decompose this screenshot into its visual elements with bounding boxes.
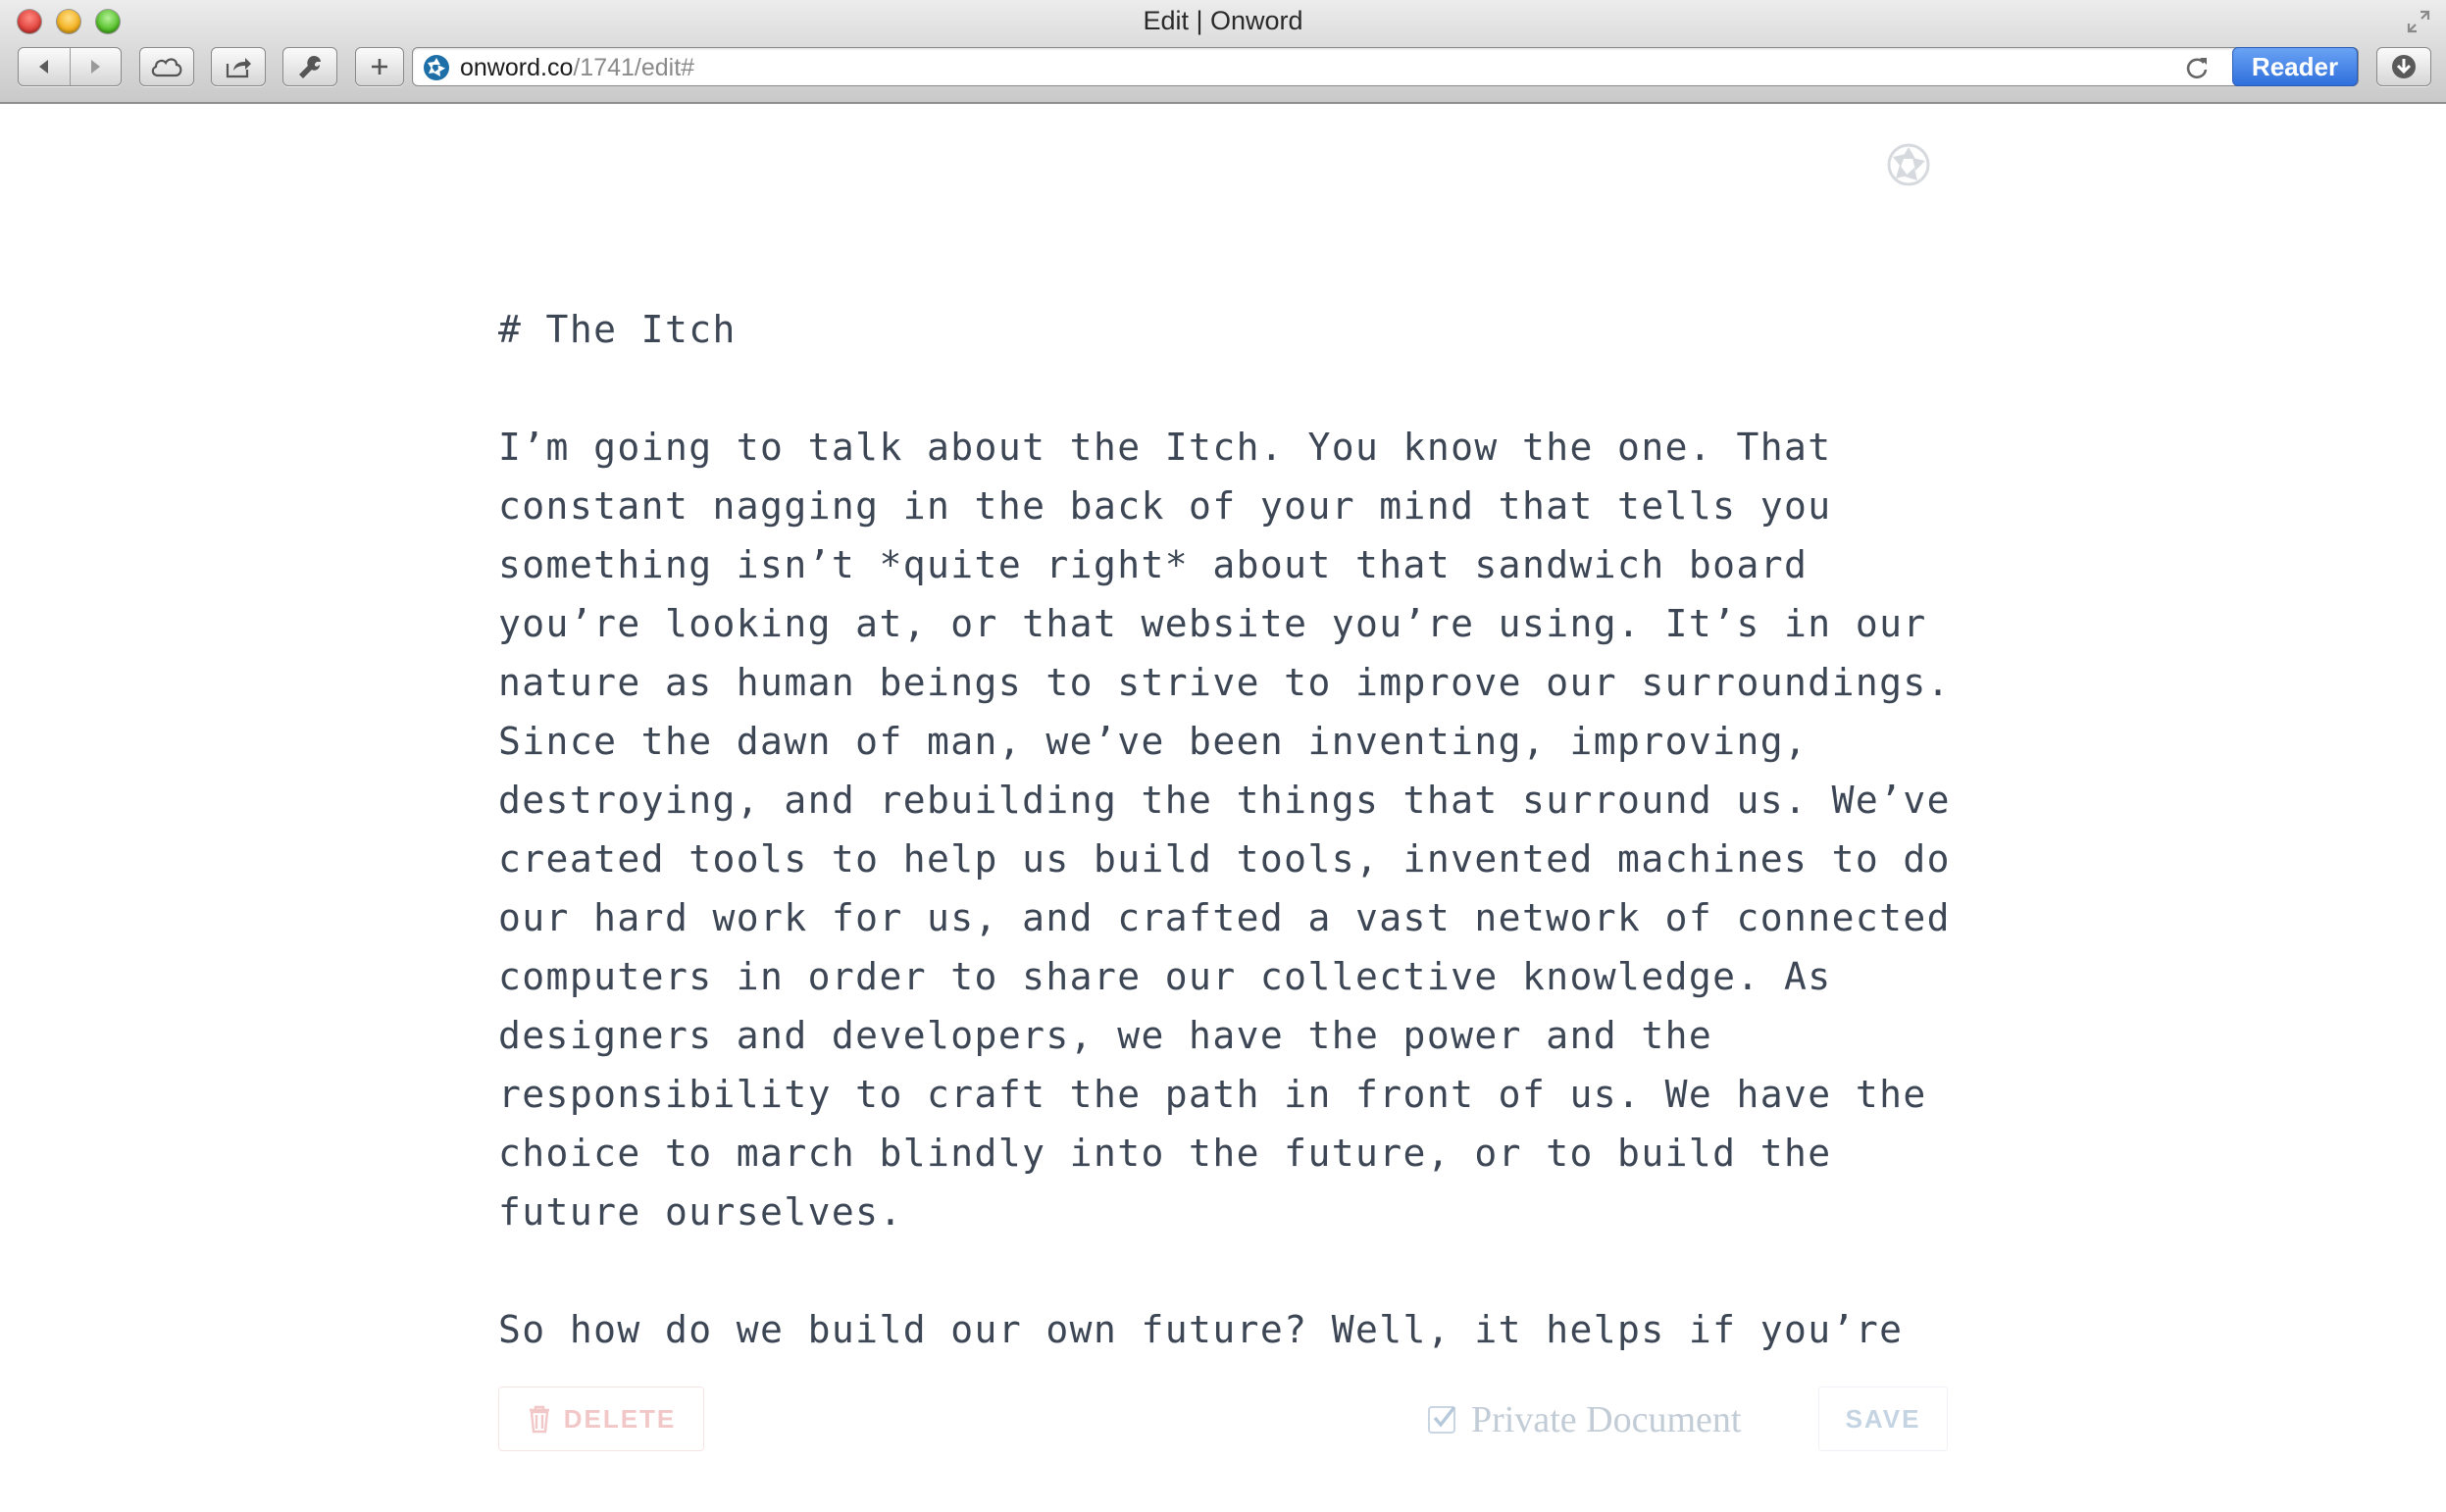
wrench-icon [299,56,321,78]
onword-favicon-icon [424,55,449,80]
tools-button[interactable] [282,47,337,86]
window-title: Edit | Onword [1143,6,1303,35]
browser-window: Edit | Onword onword.co/1741/edit# Reade… [0,0,2446,1512]
editor-line: computers in order to share our collecti… [498,955,1832,998]
editor-line: destroying, and rebuilding the things th… [498,779,1951,822]
editor-line: I’m going to talk about the Itch. You kn… [498,426,1832,469]
icloud-tabs-button[interactable] [139,47,194,86]
save-button[interactable]: SAVE [1818,1386,1948,1451]
plus-icon [372,59,387,75]
editor-line: created tools to help us build tools, in… [498,837,1951,881]
url-path: /1741/edit# [573,54,695,81]
editor-line: nature as human beings to strive to impr… [498,661,1951,704]
editor-blank-line [498,1241,1989,1300]
back-arrow-icon [38,60,48,74]
forward-button[interactable] [70,48,121,85]
downloads-icon [2392,55,2416,78]
editor-line: responsibility to craft the path in fron… [498,1073,1927,1116]
page-content: # The Itch I’m going to talk about the It… [0,104,2446,1512]
private-document-label: Private Document [1471,1399,1742,1440]
aperture-icon[interactable] [1885,141,1932,188]
editor-line: # The Itch [498,308,737,351]
editor-blank-line [498,359,1989,418]
editor-line: designers and developers, we have the po… [498,1014,1713,1057]
icloud-tabs-icon [151,58,182,77]
address-bar[interactable]: onword.co/1741/edit# Reader [412,47,2359,86]
private-document-checkbox[interactable] [1428,1405,1456,1434]
url-domain: onword.co [460,54,574,81]
url-text: onword.co/1741/edit# [460,53,694,82]
editor-line: choice to march blindly into the future,… [498,1132,1832,1175]
editor-line: Since the dawn of man, we’ve been invent… [498,720,1809,763]
reload-icon[interactable] [2183,54,2211,81]
markdown-editor[interactable]: # The Itch I’m going to talk about the It… [498,300,1989,1359]
reader-button[interactable]: Reader [2232,47,2358,86]
editor-line: So how do we build our own future? Well,… [498,1308,1904,1351]
forward-arrow-icon [91,60,101,74]
delete-label: DELETE [563,1403,677,1434]
back-forward-group [18,47,122,86]
fullscreen-icon[interactable] [2405,8,2432,35]
editor-line: you’re looking at, or that website you’r… [498,602,1927,645]
new-tab-button[interactable] [355,47,404,86]
back-button[interactable] [19,48,70,85]
editor-line: something isn’t *quite right* about that… [498,543,1809,586]
checkmark-icon [1433,1405,1456,1428]
share-icon [226,58,251,78]
downloads-button[interactable] [2376,47,2431,86]
editor-line: constant nagging in the back of your min… [498,484,1832,528]
delete-button[interactable]: DELETE [498,1386,704,1451]
trash-icon [529,1405,549,1434]
private-document-toggle[interactable]: Private Document [1428,1398,1741,1441]
share-button[interactable] [211,47,266,86]
editor-line: future ourselves. [498,1190,903,1234]
browser-toolbar: Edit | Onword onword.co/1741/edit# Reade… [0,0,2446,104]
editor-line: our hard work for us, and crafted a vast… [498,896,1951,939]
